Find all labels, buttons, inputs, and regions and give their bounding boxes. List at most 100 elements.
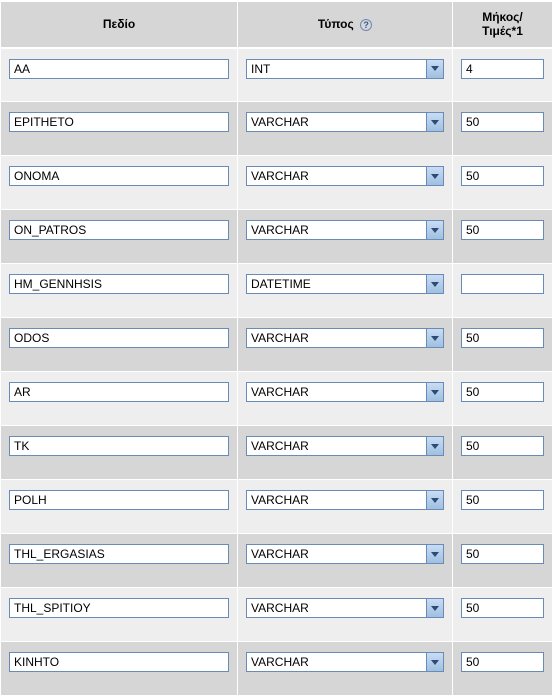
type-select[interactable]: INT <box>246 59 444 79</box>
chevron-down-icon <box>426 221 443 239</box>
length-input[interactable] <box>461 220 544 240</box>
table-row: INT <box>1 48 552 102</box>
cell-type: VARCHAR <box>238 588 453 642</box>
length-input[interactable] <box>461 166 544 186</box>
table-row: VARCHAR <box>1 372 552 426</box>
length-input[interactable] <box>461 112 544 132</box>
field-name-input[interactable] <box>9 436 229 456</box>
header-length: Μήκος/ Τιμές*1 <box>453 1 552 48</box>
field-name-input[interactable] <box>9 112 229 132</box>
field-name-input[interactable] <box>9 544 229 564</box>
type-select[interactable]: VARCHAR <box>246 220 444 240</box>
cell-length <box>453 48 552 102</box>
cell-length <box>453 372 552 426</box>
type-select-value: DATETIME <box>247 277 426 291</box>
type-select[interactable]: VARCHAR <box>246 436 444 456</box>
type-select[interactable]: VARCHAR <box>246 112 444 132</box>
cell-type: VARCHAR <box>238 642 453 696</box>
length-input[interactable] <box>461 652 544 672</box>
cell-length <box>453 210 552 264</box>
cell-field <box>1 210 238 264</box>
type-select[interactable]: VARCHAR <box>246 652 444 672</box>
type-select-value: VARCHAR <box>247 601 426 615</box>
type-select-value: VARCHAR <box>247 439 426 453</box>
type-select-value: VARCHAR <box>247 223 426 237</box>
table-row: VARCHAR <box>1 426 552 480</box>
length-input[interactable] <box>461 328 544 348</box>
cell-length <box>453 156 552 210</box>
table-row: VARCHAR <box>1 642 552 696</box>
type-select[interactable]: VARCHAR <box>246 328 444 348</box>
cell-type: VARCHAR <box>238 372 453 426</box>
cell-type: VARCHAR <box>238 210 453 264</box>
chevron-down-icon <box>426 329 443 347</box>
length-input[interactable] <box>461 382 544 402</box>
cell-length <box>453 264 552 318</box>
type-select[interactable]: VARCHAR <box>246 490 444 510</box>
cell-length <box>453 426 552 480</box>
cell-type: VARCHAR <box>238 480 453 534</box>
table-row: VARCHAR <box>1 156 552 210</box>
cell-field <box>1 588 238 642</box>
type-select-value: INT <box>247 62 426 76</box>
type-select[interactable]: DATETIME <box>246 274 444 294</box>
table-row: VARCHAR <box>1 102 552 156</box>
cell-field <box>1 534 238 588</box>
field-name-input[interactable] <box>9 328 229 348</box>
cell-field <box>1 642 238 696</box>
columns-table: Πεδίο Τύπος ? Μήκος/ Τιμές*1 INT VARCHAR V… <box>0 0 552 696</box>
header-field: Πεδίο <box>1 1 238 48</box>
cell-field <box>1 372 238 426</box>
header-type: Τύπος ? <box>238 1 453 48</box>
cell-field <box>1 48 238 102</box>
cell-type: VARCHAR <box>238 318 453 372</box>
table-row: DATETIME <box>1 264 552 318</box>
field-name-input[interactable] <box>9 59 229 79</box>
type-select[interactable]: VARCHAR <box>246 544 444 564</box>
cell-length <box>453 534 552 588</box>
cell-field <box>1 264 238 318</box>
help-icon[interactable]: ? <box>360 19 372 31</box>
cell-field <box>1 480 238 534</box>
field-name-input[interactable] <box>9 166 229 186</box>
type-select[interactable]: VARCHAR <box>246 166 444 186</box>
length-input[interactable] <box>461 59 544 79</box>
table-row: VARCHAR <box>1 318 552 372</box>
chevron-down-icon <box>426 60 443 78</box>
cell-field <box>1 102 238 156</box>
type-select-value: VARCHAR <box>247 169 426 183</box>
table-header-row: Πεδίο Τύπος ? Μήκος/ Τιμές*1 <box>1 1 552 48</box>
cell-length <box>453 480 552 534</box>
cell-type: VARCHAR <box>238 534 453 588</box>
cell-type: INT <box>238 48 453 102</box>
type-select-value: VARCHAR <box>247 115 426 129</box>
chevron-down-icon <box>426 545 443 563</box>
field-name-input[interactable] <box>9 652 229 672</box>
header-field-label: Πεδίο <box>103 17 135 31</box>
type-select-value: VARCHAR <box>247 385 426 399</box>
field-name-input[interactable] <box>9 598 229 618</box>
chevron-down-icon <box>426 383 443 401</box>
cell-length <box>453 318 552 372</box>
field-name-input[interactable] <box>9 382 229 402</box>
length-input[interactable] <box>461 598 544 618</box>
field-name-input[interactable] <box>9 274 229 294</box>
cell-length <box>453 642 552 696</box>
type-select-value: VARCHAR <box>247 331 426 345</box>
length-input[interactable] <box>461 544 544 564</box>
cell-length <box>453 588 552 642</box>
field-name-input[interactable] <box>9 490 229 510</box>
type-select[interactable]: VARCHAR <box>246 382 444 402</box>
cell-type: DATETIME <box>238 264 453 318</box>
type-select[interactable]: VARCHAR <box>246 598 444 618</box>
length-input[interactable] <box>461 490 544 510</box>
header-length-label-line1: Μήκος/ <box>482 10 523 24</box>
length-input[interactable] <box>461 274 544 294</box>
cell-field <box>1 426 238 480</box>
table-row: VARCHAR <box>1 588 552 642</box>
header-type-label: Τύπος <box>318 17 354 31</box>
length-input[interactable] <box>461 436 544 456</box>
table-row: VARCHAR <box>1 210 552 264</box>
field-name-input[interactable] <box>9 220 229 240</box>
table-row: VARCHAR <box>1 534 552 588</box>
